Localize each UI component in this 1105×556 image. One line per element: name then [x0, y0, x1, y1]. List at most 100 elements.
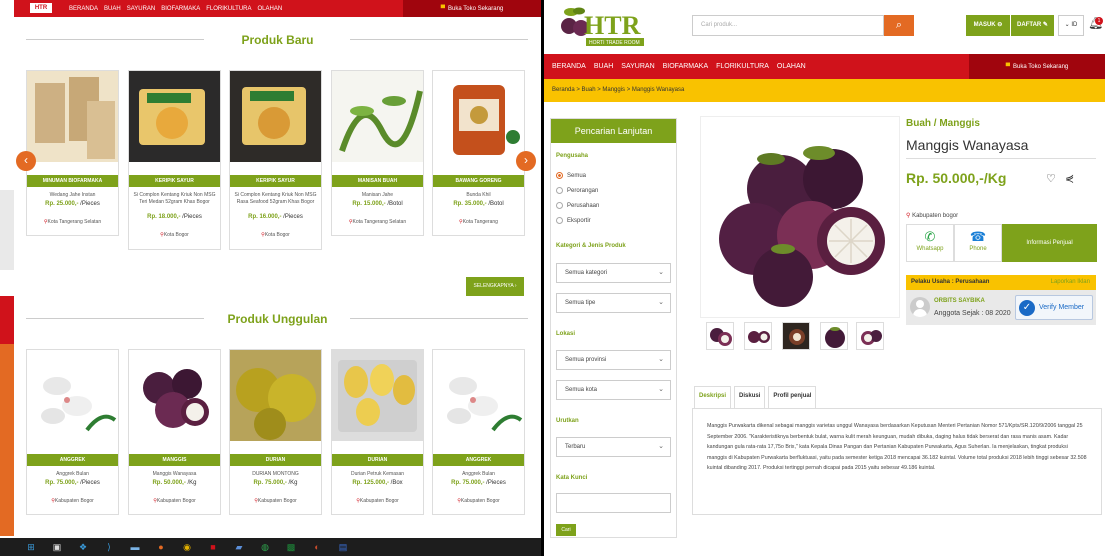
left-menu-item[interactable]: OLAHAN [258, 6, 283, 12]
main-nav: BERANDA BUAH SAYURAN BIOFARMAKA FLORIKUL… [544, 54, 1105, 79]
product-image[interactable] [27, 71, 118, 162]
product-name[interactable]: Durian Petruk Kemasan [334, 471, 421, 478]
product-image[interactable] [230, 350, 321, 441]
left-menu-item[interactable]: BERANDA [69, 6, 98, 12]
excel-icon[interactable]: ▩ [286, 542, 296, 552]
category-select[interactable]: Semua kategori ⌄ [556, 263, 671, 283]
word-icon[interactable]: ▤ [338, 542, 348, 552]
whatsapp-taskbar-icon[interactable]: ◍ [260, 542, 270, 552]
product-name[interactable]: Si Complon Kentang Kriuk Non MSG Teri Me… [131, 192, 218, 206]
left-open-shop-button[interactable]: ▀ Buka Toko Sekarang [403, 0, 541, 17]
new-product-card[interactable]: MANISAN BUAH Manisan Jahe Rp. 15.000,- /Bo… [331, 70, 424, 236]
product-image[interactable] [129, 71, 220, 162]
nav-item-buah[interactable]: BUAH [594, 63, 613, 70]
product-name[interactable]: Manggis Wanayasa [131, 471, 218, 478]
product-name[interactable]: Manisan Jahe [334, 192, 421, 199]
left-menu-item[interactable]: BIOFARMAKA [161, 6, 200, 12]
language-select[interactable]: ⌄ ID [1058, 15, 1084, 36]
lock-icon[interactable]: ▣ [52, 542, 62, 552]
nav-item-olahan[interactable]: OLAHAN [777, 63, 806, 70]
radio-semua[interactable]: Semua [556, 172, 586, 179]
register-button[interactable]: DAFTAR ✎ [1011, 15, 1054, 36]
product-thumbnail[interactable] [856, 322, 884, 350]
product-image[interactable] [433, 71, 524, 162]
product-image[interactable] [129, 350, 220, 441]
windows-start-icon[interactable]: ⊞ [26, 542, 36, 552]
featured-product-card[interactable]: DURIAN DURIAN MONTONG Rp. 75.000,- /Kg ⚲Kab… [229, 349, 322, 515]
product-image[interactable] [230, 71, 321, 162]
new-product-card[interactable]: KERIPIK SAYUR Si Complon Kentang Kriuk No… [229, 70, 322, 250]
nav-item-florikultura[interactable]: FLORIKULTURA [716, 63, 769, 70]
new-product-card[interactable]: KERIPIK SAYUR Si Complon Kentang Kriuk No… [128, 70, 221, 250]
left-menu-item[interactable]: BUAH [104, 6, 121, 12]
nav-item-beranda[interactable]: BERANDA [552, 63, 586, 70]
product-name[interactable]: Anggrek Bulan [29, 471, 116, 478]
product-category[interactable]: Buah / Manggis [906, 118, 980, 129]
type-select[interactable]: Semua tipe ⌄ [556, 293, 671, 313]
product-name[interactable]: Si Complon Kentang Kriuk Non MSG Rasa Se… [232, 192, 319, 206]
new-product-card[interactable]: MINUMAN BIOFARMAKA Wedang Jahe Instan Rp. … [26, 70, 119, 236]
product-image[interactable] [27, 350, 118, 441]
product-main-image[interactable] [700, 116, 900, 318]
product-location: ⚲Kota Tangerang Selatan [348, 219, 407, 225]
carousel-next-button[interactable]: › [516, 151, 536, 171]
product-name[interactable]: Bunda Khil [435, 192, 522, 199]
radio-perusahaan[interactable]: Perusahaan [556, 202, 599, 209]
tab-deskripsi[interactable]: Deskripsi [694, 386, 732, 408]
product-image[interactable] [332, 350, 423, 441]
folder-icon[interactable]: ▬ [130, 542, 140, 552]
left-logo[interactable]: HTR [30, 3, 52, 13]
search-input[interactable]: Cari produk... [692, 15, 884, 36]
mail-icon[interactable]: ▰ [234, 542, 244, 552]
featured-product-card[interactable]: MANGGIS Manggis Wanayasa Rp. 50.000,- /Kg ⚲… [128, 349, 221, 515]
product-image[interactable] [332, 71, 423, 162]
seller-name[interactable]: ORBITS SAYBIKA [934, 298, 985, 304]
city-select[interactable]: Semua kota ⌄ [556, 380, 671, 400]
tab-diskusi[interactable]: Diskusi [734, 386, 766, 408]
share-icon[interactable]: ⋞ [1065, 172, 1074, 185]
product-name[interactable]: Anggrek Bulan [435, 471, 522, 478]
seller-info-button[interactable]: Informasi Penjual [1002, 224, 1097, 262]
product-image[interactable] [433, 350, 524, 441]
radio-eksportir[interactable]: Eksportir [556, 217, 591, 224]
product-thumbnail[interactable] [782, 322, 810, 350]
search-button[interactable]: ⌕ [884, 15, 914, 36]
product-name[interactable]: DURIAN MONTONG [232, 471, 319, 478]
app-icon[interactable]: ■ [208, 542, 218, 552]
see-more-button[interactable]: SELENGKAPNYA › [466, 277, 524, 296]
sort-select[interactable]: Terbaru ⌄ [556, 437, 671, 457]
whatsapp-button[interactable]: ✆ Whatsapp [906, 224, 954, 262]
carousel-prev-button[interactable]: ‹ [16, 151, 36, 171]
login-button[interactable]: MASUK ⊖ [966, 15, 1010, 36]
vscode-icon[interactable]: ⟩ [104, 542, 114, 552]
nav-item-sayuran[interactable]: SAYURAN [621, 63, 654, 70]
report-ad-link[interactable]: Laporkan Iklan [1051, 279, 1090, 285]
firefox-icon[interactable]: ● [156, 542, 166, 552]
keyword-input[interactable] [556, 493, 671, 513]
product-thumbnail[interactable] [820, 322, 848, 350]
left-menu-item[interactable]: SAYURAN [127, 6, 156, 12]
product-thumbnail[interactable] [706, 322, 734, 350]
nav-item-biofarmaka[interactable]: BIOFARMAKA [663, 63, 709, 70]
open-shop-button[interactable]: ▀ Buka Toko Sekarang [969, 54, 1105, 79]
product-description: Manggis Purwakarta dikenal sebagai mangg… [692, 408, 1102, 515]
left-menu-item[interactable]: FLORIKULTURA [206, 6, 251, 12]
featured-product-card[interactable]: ANGGREK Anggrek Bulan Rp. 75.000,- /Pieces… [432, 349, 525, 515]
province-select[interactable]: Semua provinsi ⌄ [556, 350, 671, 370]
product-thumbnail[interactable] [744, 322, 772, 350]
search-submit-button[interactable]: Cari [556, 524, 576, 536]
new-product-card[interactable]: BAWANG GORENG Bunda Khil Rp. 35.000,- /Bot… [432, 70, 525, 236]
powerpoint-icon[interactable]: ◐ [312, 542, 322, 552]
tab-profil-penjual[interactable]: Profil penjual [768, 386, 817, 408]
chrome-icon[interactable]: ◉ [182, 542, 192, 552]
site-logo[interactable]: HTR HORTI TRADE ROOM [558, 4, 648, 50]
featured-product-card[interactable]: DURIAN Durian Petruk Kemasan Rp. 125.000,-… [331, 349, 424, 515]
heart-icon[interactable]: ♡ [1046, 172, 1056, 185]
featured-product-card[interactable]: ANGGREK Anggrek Bulan Rp. 75.000,- /Pieces… [26, 349, 119, 515]
radio-perorangan[interactable]: Perorangan [556, 187, 598, 194]
breadcrumb[interactable]: Beranda > Buah > Manggis > Manggis Wanay… [544, 79, 1105, 102]
product-name[interactable]: Wedang Jahe Instan [29, 192, 116, 199]
dropbox-icon[interactable]: ❖ [78, 542, 88, 552]
phone-button[interactable]: ☎ Phone [954, 224, 1002, 262]
chevron-down-icon: ⌄ [658, 269, 664, 276]
